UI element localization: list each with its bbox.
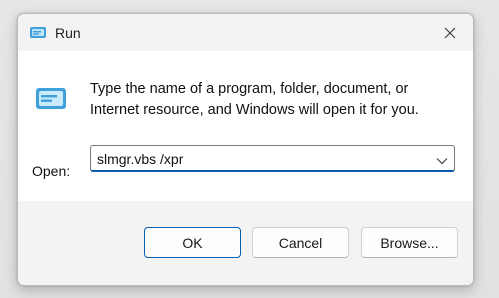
title-bar[interactable]: Run (18, 14, 473, 51)
description-line-2: Internet resource, and Windows will open… (90, 102, 419, 118)
run-program-icon (34, 85, 68, 113)
description-text: Type the name of a program, folder, docu… (90, 79, 462, 121)
run-dialog: Run Type the name of a program, folder, … (17, 13, 474, 286)
cancel-button[interactable]: Cancel (252, 227, 349, 258)
open-label: Open: (32, 163, 71, 179)
ok-button[interactable]: OK (144, 227, 241, 258)
chevron-down-icon[interactable] (436, 153, 448, 165)
open-combobox[interactable]: slmgr.vbs /xpr (90, 145, 455, 172)
button-bar: OK Cancel Browse... (18, 201, 473, 285)
close-icon (444, 27, 456, 38)
window-title: Run (55, 25, 81, 41)
browse-button[interactable]: Browse... (361, 227, 458, 258)
close-button[interactable] (427, 14, 473, 51)
dialog-content: Type the name of a program, folder, docu… (18, 51, 473, 201)
description-line-1: Type the name of a program, folder, docu… (90, 81, 409, 97)
run-icon (29, 24, 47, 42)
open-input[interactable]: slmgr.vbs /xpr (97, 150, 183, 168)
desktop-background: Run Type the name of a program, folder, … (0, 0, 499, 298)
